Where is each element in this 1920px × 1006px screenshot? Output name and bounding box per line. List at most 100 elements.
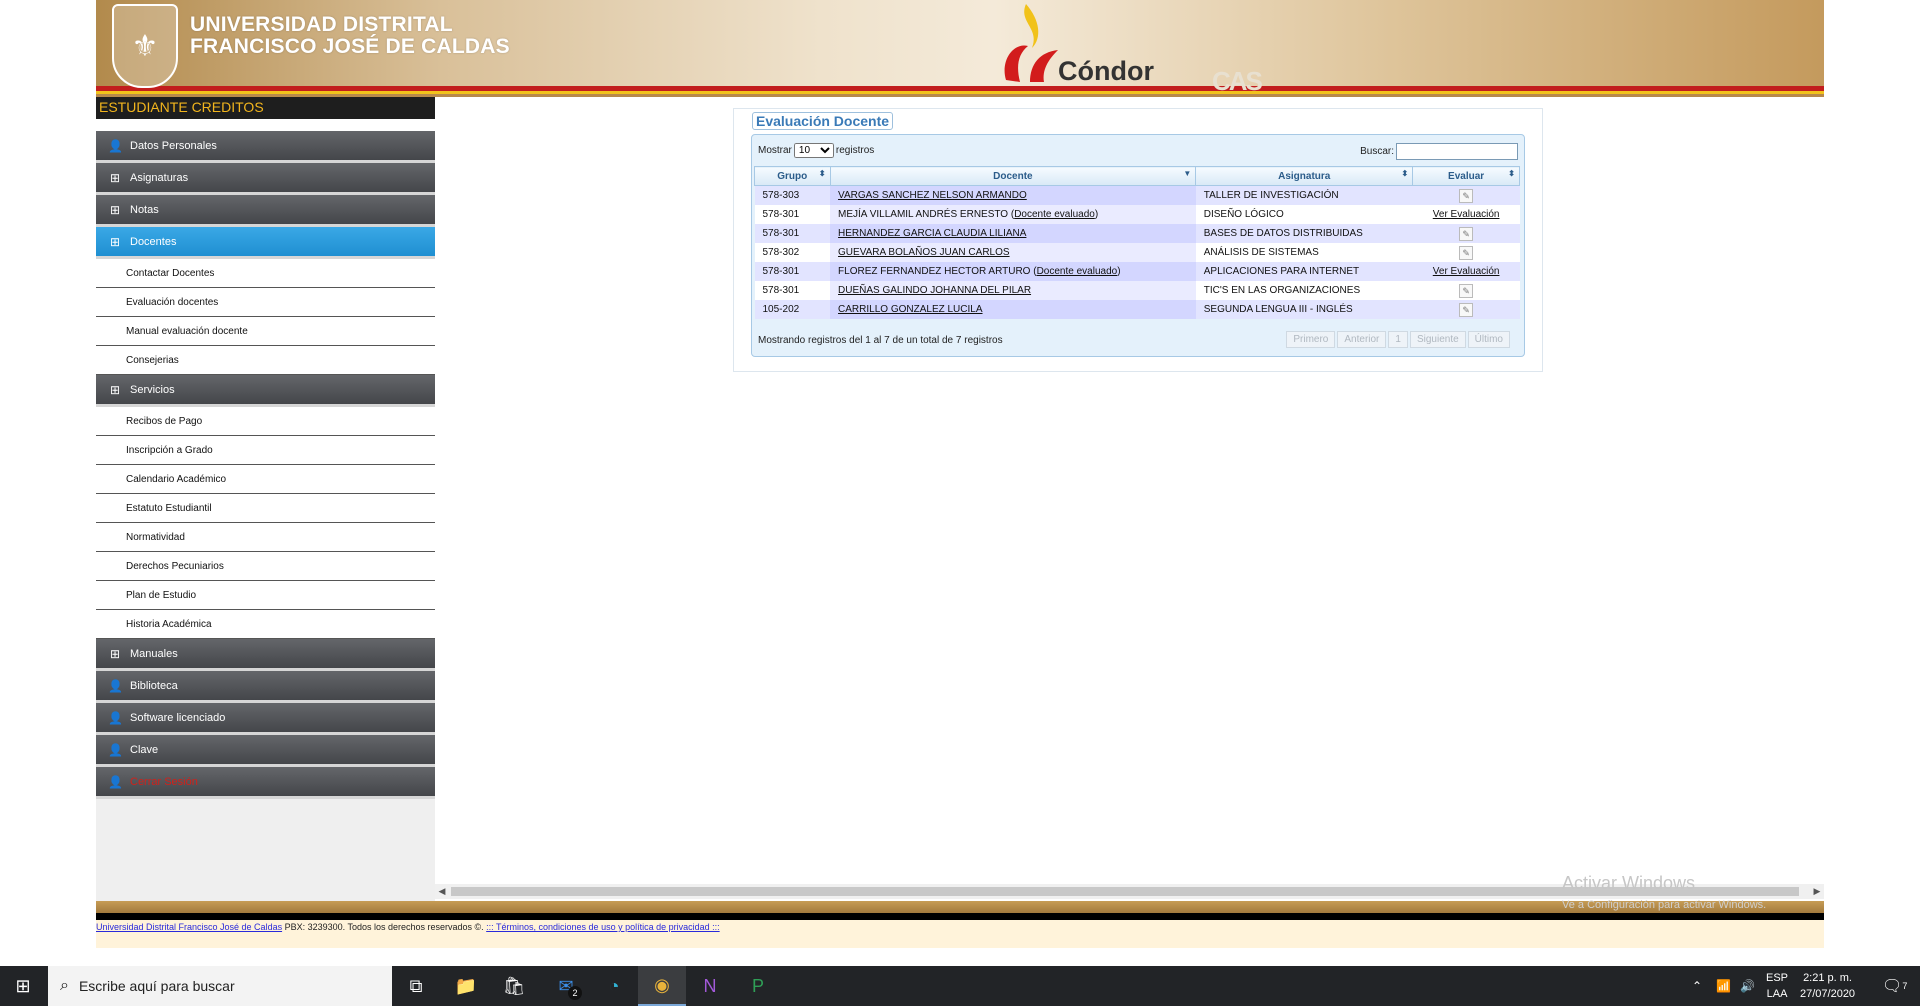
pager-page-button[interactable]: 1 (1388, 331, 1408, 348)
menu-label: Manuales (130, 647, 178, 660)
notifications-icon[interactable]: 🗨 7 (1882, 966, 1907, 1006)
chrome-browser-icon[interactable]: ◉ (638, 966, 686, 1006)
menu-manuales[interactable]: ⊞ Manuales (96, 639, 435, 671)
evaluate-pencil-icon[interactable]: ✎ (1459, 226, 1474, 241)
menu-biblioteca[interactable]: 👤 Biblioteca (96, 671, 435, 703)
datatable-footer: Mostrando registros del 1 al 7 de un tot… (758, 331, 1518, 351)
menu-cerrar-sesion[interactable]: 👤 Cerrar Sesión (96, 767, 435, 799)
submenu-recibos-de-pago[interactable]: Recibos de Pago (96, 407, 435, 436)
system-clock[interactable]: 2:21 p. m. 27/07/2020 (1800, 970, 1855, 1002)
cell-grupo: 105-202 (754, 300, 831, 319)
mail-icon[interactable]: ✉ (542, 966, 590, 1006)
network-icon[interactable]: 📶 (1716, 966, 1731, 1006)
panel-legend: Evaluación Docente (752, 112, 894, 130)
pager-next-button[interactable]: Siguiente (1409, 331, 1466, 348)
taskbar-search-placeholder: Escribe aquí para buscar (78, 978, 235, 994)
scroll-right-icon[interactable]: ▶ (1810, 884, 1824, 899)
column-header-evaluar[interactable]: Evaluar ⬍ (1412, 166, 1520, 186)
submenu-consejerias[interactable]: Consejerias (96, 346, 435, 375)
footer-copyright: PBX: 3239300. Todos los derechos reserva… (282, 922, 487, 932)
search-input[interactable] (1396, 143, 1518, 160)
column-header-grupo[interactable]: Grupo ⬍ (754, 166, 831, 186)
scroll-left-icon[interactable]: ◀ (435, 884, 449, 899)
task-view-icon[interactable]: ⧉ (392, 966, 440, 1006)
user-icon: 👤 (108, 742, 123, 757)
ver-evaluacion-link[interactable]: Ver Evaluación (1433, 266, 1500, 277)
menu-docentes[interactable]: ⊞ Docentes (96, 227, 435, 259)
datatable-wrapper: Mostrar 10 registros Buscar: Grupo ⬍ Doce… (751, 134, 1525, 357)
docente-link[interactable]: VARGAS SANCHEZ NELSON ARMANDO (838, 190, 1027, 201)
sidebar-spacer (96, 119, 435, 131)
column-label: Asignatura (1278, 170, 1331, 182)
submenu-plan-de-estudio[interactable]: Plan de Estudio (96, 581, 435, 610)
menu-software-licenciado[interactable]: 👤 Software licenciado (96, 703, 435, 735)
docente-evaluado-link[interactable]: Docente evaluado (1037, 266, 1118, 277)
menu-notas[interactable]: ⊞ Notas (96, 195, 435, 227)
submenu-derechos-pecuniarios[interactable]: Derechos Pecuniarios (96, 552, 435, 581)
windows-start-icon[interactable]: ⊞ (0, 966, 46, 1006)
submenu-inscripcion-grado[interactable]: Inscripción a Grado (96, 436, 435, 465)
docente-link[interactable]: GUEVARA BOLAÑOS JUAN CARLOS (838, 247, 1010, 258)
show-label: Mostrar (758, 145, 792, 156)
pager-previous-button[interactable]: Anterior (1337, 331, 1387, 348)
pager-last-button[interactable]: Último (1467, 331, 1510, 348)
pager-first-button[interactable]: Primero (1286, 331, 1336, 348)
file-explorer-icon[interactable]: 📁 (442, 966, 490, 1006)
menu-servicios[interactable]: ⊞ Servicios (96, 375, 435, 407)
menu-label: Software licenciado (130, 711, 226, 724)
docente-link[interactable]: HERNANDEZ GARCIA CLAUDIA LILIANA (838, 228, 1026, 239)
page-length-select[interactable]: 10 (793, 143, 834, 158)
table-row: 578-303 VARGAS SANCHEZ NELSON ARMANDO TA… (754, 185, 1520, 205)
column-header-asignatura[interactable]: Asignatura ⬍ (1195, 166, 1414, 186)
cell-asignatura: DISEÑO LÓGICO (1195, 205, 1413, 224)
tree-icon: ⊞ (109, 202, 121, 217)
table-row: 578-301 DUEÑAS GALINDO JOHANNA DEL PILAR… (754, 281, 1520, 300)
cell-asignatura: BASES DE DATOS DISTRIBUIDAS (1195, 224, 1413, 243)
cell-docente: VARGAS SANCHEZ NELSON ARMANDO (830, 185, 1196, 205)
footer-terms-link[interactable]: ::: Términos, condiciones de uso y polít… (486, 922, 719, 932)
menu-label: Notas (130, 203, 159, 216)
taskbar-search-box[interactable]: ⌕ Escribe aquí para buscar (48, 966, 392, 1006)
submenu-historia-academica[interactable]: Historia Académica (96, 610, 435, 639)
cell-asignatura: TALLER DE INVESTIGACIÓN (1195, 185, 1413, 205)
submenu-estatuto-estudiantil[interactable]: Estatuto Estudiantil (96, 494, 435, 523)
store-icon[interactable]: 🛍 (490, 966, 538, 1006)
language-indicator[interactable]: ESP LAA (1766, 970, 1788, 1002)
menu-asignaturas[interactable]: ⊞ Asignaturas (96, 163, 435, 195)
notifications-count: 7 (1902, 981, 1908, 991)
docente-link[interactable]: DUEÑAS GALINDO JOHANNA DEL PILAR (838, 285, 1031, 296)
onenote-icon[interactable]: N (686, 966, 734, 1006)
menu-clave[interactable]: 👤 Clave (96, 735, 435, 767)
column-header-docente[interactable]: Docente ▼ (829, 166, 1197, 186)
clock-time: 2:21 p. m. (1803, 972, 1852, 984)
cell-docente: FLOREZ FERNANDEZ HECTOR ARTURO (Docente … (830, 262, 1196, 281)
submenu-normatividad[interactable]: Normatividad (96, 523, 435, 552)
activate-windows-subtext: Ve a Configuración para activar Windows. (1562, 899, 1767, 911)
volume-icon[interactable]: 🔊 (1740, 966, 1755, 1006)
evaluate-pencil-icon[interactable]: ✎ (1459, 188, 1474, 203)
evaluate-pencil-icon[interactable]: ✎ (1459, 283, 1474, 298)
cell-evaluar: ✎ (1412, 224, 1520, 243)
tray-chevron-icon[interactable]: ⌃ (1692, 966, 1702, 1006)
submenu-contactar-docentes[interactable]: Contactar Docentes (96, 259, 435, 288)
docente-evaluado-link[interactable]: Docente evaluado (1014, 209, 1095, 220)
table-row: 578-302 GUEVARA BOLAÑOS JUAN CARLOS ANÁL… (754, 243, 1520, 262)
menu-datos-personales[interactable]: 👤 Datos Personales (96, 131, 435, 163)
footer-university-link[interactable]: Universidad Distrital Francisco José de … (96, 922, 282, 932)
submenu-calendario-academico[interactable]: Calendario Académico (96, 465, 435, 494)
table-row: 578-301 HERNANDEZ GARCIA CLAUDIA LILIANA… (754, 224, 1520, 243)
submenu-evaluacion-docentes[interactable]: Evaluación docentes (96, 288, 435, 317)
docente-name: FLOREZ FERNANDEZ HECTOR ARTURO (838, 266, 1031, 277)
ver-evaluacion-link[interactable]: Ver Evaluación (1433, 209, 1500, 220)
tree-icon: ⊞ (109, 234, 121, 249)
cell-evaluar: ✎ (1412, 300, 1520, 319)
evaluate-pencil-icon[interactable]: ✎ (1459, 245, 1474, 260)
project-icon[interactable]: P (734, 966, 782, 1006)
docente-link[interactable]: CARRILLO GONZALEZ LUCILA (838, 304, 982, 315)
edge-browser-icon[interactable]: ◔ (590, 966, 638, 1006)
evaluate-pencil-icon[interactable]: ✎ (1459, 302, 1474, 317)
cell-docente: GUEVARA BOLAÑOS JUAN CARLOS (830, 243, 1196, 262)
menu-label: Cerrar Sesión (130, 775, 198, 788)
submenu-manual-evaluacion[interactable]: Manual evaluación docente (96, 317, 435, 346)
cell-grupo: 578-301 (754, 262, 831, 281)
